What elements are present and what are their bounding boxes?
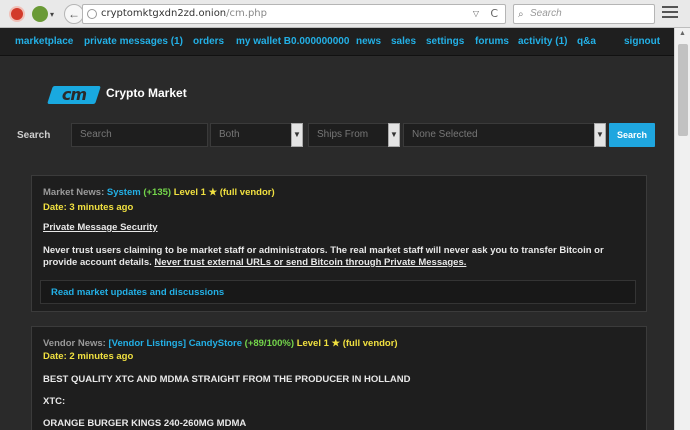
site-name: Crypto Market [106, 86, 187, 100]
author-rating: (+135) [143, 187, 172, 198]
url-bar[interactable]: cryptomktgxdn2zd.onion/cm.php ▽ C [82, 4, 506, 24]
hamburger-menu-icon[interactable] [662, 6, 678, 20]
nav-marketplace[interactable]: marketplace [15, 36, 73, 47]
page-scrollbar[interactable]: ▲ [674, 28, 690, 430]
ssl-info-icon[interactable] [87, 9, 97, 19]
onion-icon[interactable] [32, 6, 48, 22]
nav-orders[interactable]: orders [193, 36, 224, 47]
nav-sales[interactable]: sales [391, 36, 416, 47]
news-header: Market News: System (+135) Level 1 ★ (fu… [43, 187, 275, 198]
news-author-link[interactable]: [Vendor Listings] CandyStore [108, 338, 242, 349]
ships-from-select[interactable]: Ships From ▼ [308, 123, 400, 147]
news-body-line: provide account details. Never trust ext… [43, 257, 466, 268]
nav-forums[interactable]: forums [475, 36, 509, 47]
vendor-status: (full vendor) [219, 187, 275, 198]
news-body-text: provide account details. [43, 257, 152, 268]
scrollbar-thumb[interactable] [678, 44, 688, 136]
search-input[interactable]: Search [71, 123, 208, 147]
news-prefix: Market News: [43, 187, 105, 198]
search-label: Search [17, 130, 51, 141]
chevron-down-icon: ▼ [388, 123, 400, 147]
read-updates-box[interactable]: Read market updates and discussions [40, 280, 636, 304]
url-path: /cm.php [226, 8, 267, 19]
browser-search-placeholder: Search [530, 8, 562, 19]
nav-activity[interactable]: activity (1) [518, 36, 567, 47]
news-body-line: XTC: [43, 396, 66, 407]
chevron-down-icon: ▼ [594, 123, 606, 147]
url-host: cryptomktgxdn2zd.onion [101, 8, 227, 19]
news-author-link[interactable]: System [107, 187, 141, 198]
chevron-down-icon: ▼ [291, 123, 303, 147]
news-body-line: ORANGE BURGER KINGS 240-260MG MDMA [43, 418, 247, 429]
crypto-market-logo[interactable]: cm [47, 85, 101, 104]
author-rating: (+89/100%) [244, 338, 295, 349]
read-updates-link[interactable]: Read market updates and discussions [51, 287, 224, 298]
market-news-panel: Market News: System (+135) Level 1 ★ (fu… [31, 175, 647, 312]
ships-to-value: None Selected [412, 129, 478, 140]
vendor-news-panel: Vendor News: [Vendor Listings] CandyStor… [31, 326, 647, 430]
author-level: Level 1 ★ [173, 187, 218, 198]
ships-to-select[interactable]: None Selected ▼ [403, 123, 606, 147]
search-input-placeholder: Search [80, 129, 112, 140]
author-level: Level 1 ★ [296, 338, 341, 349]
search-button[interactable]: Search [609, 123, 655, 147]
search-icon: ⌕ [518, 9, 524, 20]
browser-toolbar: ▾ ← cryptomktgxdn2zd.onion/cm.php ▽ C ⌕ … [0, 0, 690, 28]
nav-my-wallet[interactable]: my wallet B0.000000000 [236, 36, 349, 47]
news-prefix: Vendor News: [43, 338, 106, 349]
vendor-status: (full vendor) [342, 338, 398, 349]
search-type-select[interactable]: Both ▼ [210, 123, 303, 147]
nav-qa[interactable]: q&a [577, 36, 596, 47]
news-body-warning: Never trust external URLs or send Bitcoi… [154, 257, 467, 268]
nav-signout[interactable]: signout [624, 36, 660, 47]
nav-settings[interactable]: settings [426, 36, 464, 47]
scroll-up-icon[interactable]: ▲ [679, 30, 686, 37]
search-type-value: Both [219, 129, 240, 140]
news-header: Vendor News: [Vendor Listings] CandyStor… [43, 338, 398, 349]
ships-from-value: Ships From [317, 129, 369, 140]
nav-private-messages[interactable]: private messages (1) [84, 36, 183, 47]
chevron-down-icon[interactable]: ▾ [50, 10, 54, 19]
main-nav: marketplace private messages (1) orders … [0, 28, 674, 56]
news-body-line: BEST QUALITY XTC AND MDMA STRAIGHT FROM … [43, 374, 411, 385]
news-date: Date: 3 minutes ago [43, 202, 134, 213]
browser-search-input[interactable]: ⌕ Search [513, 4, 655, 24]
news-body-line: Never trust users claiming to be market … [43, 245, 604, 256]
page-content: cm Crypto Market Search Search Both ▼ Sh… [0, 57, 674, 430]
back-arrow-icon[interactable]: ← [64, 4, 84, 24]
news-subject-link[interactable]: Private Message Security [43, 222, 158, 233]
url-dropdown-icon[interactable]: ▽ [473, 5, 479, 23]
tor-button-icon[interactable] [9, 6, 25, 22]
reload-icon[interactable]: C [490, 5, 498, 23]
nav-news[interactable]: news [356, 36, 381, 47]
news-date: Date: 2 minutes ago [43, 351, 134, 362]
